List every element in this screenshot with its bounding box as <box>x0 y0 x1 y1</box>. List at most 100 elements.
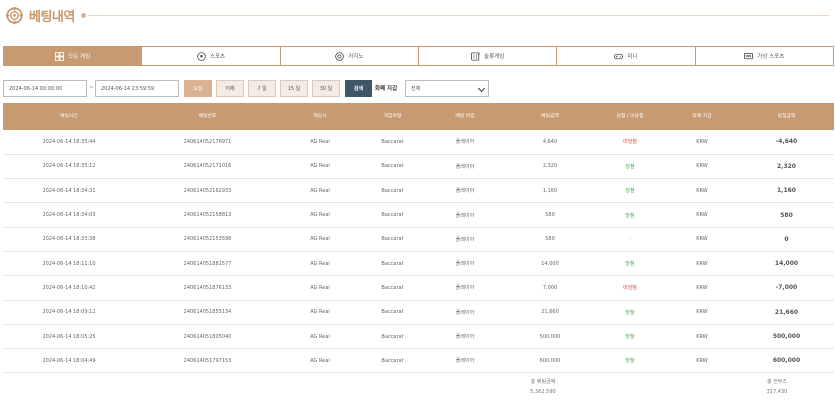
tab-mini[interactable]: 미니 <box>557 47 696 65</box>
game-type-cell: Baccarat <box>360 227 425 252</box>
provider-cell: AG Real <box>280 275 360 301</box>
table-row: 2024-06-14 18:33:38 240614052153598 AG Rea… <box>3 227 834 252</box>
win-amount-cell: 500,000 <box>739 324 834 350</box>
column-header: 베팅번호 <box>135 103 280 130</box>
win-amount-cell: -4,640 <box>739 130 834 155</box>
title-divider <box>87 14 829 16</box>
yesterday-button[interactable]: 어제 <box>216 80 244 97</box>
currency-cell: KRW <box>665 178 739 204</box>
15-days-button[interactable]: 15 일 <box>280 80 308 97</box>
provider-cell: AG Real <box>280 130 360 155</box>
tab-label: 슬롯게임 <box>484 54 505 60</box>
currency-wallet-value: 전체 <box>411 86 421 92</box>
result-cell: - <box>595 227 665 252</box>
table-row: 2024-06-14 18:34:31 240614052162933 AG Rea… <box>3 178 834 204</box>
currency-cell: KRW <box>665 324 739 350</box>
win-amount-cell: 580 <box>739 202 834 228</box>
result-cell: 당첨 <box>595 324 665 350</box>
bet-time-cell: 2024-06-14 18:35:44 <box>3 130 135 155</box>
column-header: 화폐 지갑 <box>665 103 739 130</box>
tab-label: 미니 <box>627 54 638 60</box>
bet-type-cell: 플레이어 <box>425 227 505 252</box>
column-header: 베팅시간 <box>3 103 135 130</box>
tab-all-games[interactable]: 모든 게임 <box>3 47 143 65</box>
provider-cell: AG Real <box>280 348 360 374</box>
date-to-input[interactable]: 2024-06-14 23:59:59 <box>95 80 179 97</box>
total-win-label: 총 전부즈 <box>767 379 787 385</box>
bet-time-cell: 2024-06-14 18:34:03 <box>3 202 135 228</box>
game-type-cell: Baccarat <box>360 202 425 228</box>
currency-wallet-label: 화폐 지갑 <box>375 86 398 92</box>
currency-cell: KRW <box>665 275 739 301</box>
today-button[interactable]: 오늘 <box>184 80 212 97</box>
bet-type-cell: 플레이어 <box>425 154 505 180</box>
win-amount-cell: 600,000 <box>739 348 834 374</box>
bet-amount-cell: 500,000 <box>505 324 595 350</box>
bet-id-cell: 240614052171016 <box>135 154 280 180</box>
provider-cell: AG Real <box>280 251 360 277</box>
bet-type-cell: 플레이어 <box>425 202 505 228</box>
win-amount-cell: 1,160 <box>739 178 834 204</box>
bet-amount-cell: 580 <box>505 202 595 228</box>
bet-time-cell: 2024-06-14 18:33:38 <box>3 227 135 252</box>
bet-type-cell: 플레이어 <box>425 348 505 374</box>
currency-cell: KRW <box>665 130 739 155</box>
tab-sports[interactable]: 스포츠 <box>142 47 281 65</box>
table-row: 2024-06-14 18:11:10 240614051881577 AG Rea… <box>3 251 834 277</box>
casino-chip-logo-icon <box>6 6 23 24</box>
game-type-cell: Baccarat <box>360 154 425 180</box>
currency-cell: KRW <box>665 154 739 180</box>
bet-type-cell: 플레이어 <box>425 251 505 277</box>
currency-wallet-select[interactable]: 전체 <box>405 80 489 97</box>
table-row: 2024-06-14 18:05:25 240614051805040 AG Rea… <box>3 324 834 350</box>
column-header: 게임유형 <box>360 103 425 130</box>
date-from-input[interactable]: 2024-06-14 00:00:00 <box>3 80 87 97</box>
bet-id-cell: 240614051855134 <box>135 300 280 325</box>
game-type-cell: Baccarat <box>360 348 425 374</box>
result-cell: 당첨 <box>595 251 665 277</box>
column-header: 베팅금액 <box>505 103 595 130</box>
provider-cell: AG Real <box>280 324 360 350</box>
soccer-ball-icon <box>197 51 206 61</box>
result-cell: 당첨 <box>595 300 665 325</box>
page-title: 베팅내역 <box>29 9 75 25</box>
bet-time-cell: 2024-06-14 18:09:12 <box>3 300 135 325</box>
bet-time-cell: 2024-06-14 18:34:31 <box>3 178 135 204</box>
table-header-row: 베팅시간 베팅번호 제공사 게임유형 베팅 타입 베팅금액 당첨 / 미당첨 화폐 지갑 당첨금… <box>3 103 834 130</box>
filter-bar: 2024-06-14 00:00:00 ~ 2024-06-14 23:59:5… <box>3 80 834 97</box>
tab-virtual-sports[interactable]: 가상 스포츠 <box>695 47 834 65</box>
search-button[interactable]: 검색 <box>345 80 372 97</box>
column-header: 당첨 / 미당첨 <box>595 103 665 130</box>
game-type-cell: Baccarat <box>360 275 425 301</box>
bet-type-cell: 플레이어 <box>425 275 505 301</box>
currency-cell: KRW <box>665 202 739 228</box>
currency-cell: KRW <box>665 300 739 325</box>
bet-amount-cell: 21,660 <box>505 300 595 325</box>
win-amount-cell: 21,660 <box>739 300 834 325</box>
30-days-button[interactable]: 30 일 <box>312 80 340 97</box>
tab-label: 가상 스포츠 <box>757 54 785 60</box>
table-row: 2024-06-14 18:34:03 240614052158813 AG Rea… <box>3 202 834 228</box>
tab-slots[interactable]: 슬롯게임 <box>418 47 558 65</box>
total-bet-summary: 총 베팅금액 5,362,590 <box>518 377 568 397</box>
game-type-cell: Baccarat <box>360 178 425 204</box>
bet-amount-cell: 14,000 <box>505 251 595 277</box>
date-range-separator: ~ <box>89 84 95 91</box>
result-cell: 당첨 <box>595 202 665 228</box>
total-bet-label: 총 베팅금액 <box>530 379 556 385</box>
7-days-button[interactable]: 7 일 <box>248 80 276 97</box>
result-cell: 미당첨 <box>595 130 665 155</box>
tab-casino[interactable]: 카지노 <box>280 47 419 65</box>
total-win-value: 317,430 <box>766 389 788 395</box>
bet-id-cell: 240614052153598 <box>135 227 280 252</box>
result-cell: 당첨 <box>595 178 665 204</box>
currency-cell: KRW <box>665 348 739 374</box>
bet-id-cell: 240614052158813 <box>135 202 280 228</box>
column-header: 제공사 <box>280 103 360 130</box>
bet-time-cell: 2024-06-14 18:35:12 <box>3 154 135 180</box>
game-type-cell: Baccarat <box>360 130 425 155</box>
tab-label: 스포츠 <box>209 54 226 60</box>
bet-time-cell: 2024-06-14 18:10:42 <box>3 275 135 301</box>
bet-type-cell: 플레이어 <box>425 324 505 350</box>
currency-cell: KRW <box>665 227 739 252</box>
